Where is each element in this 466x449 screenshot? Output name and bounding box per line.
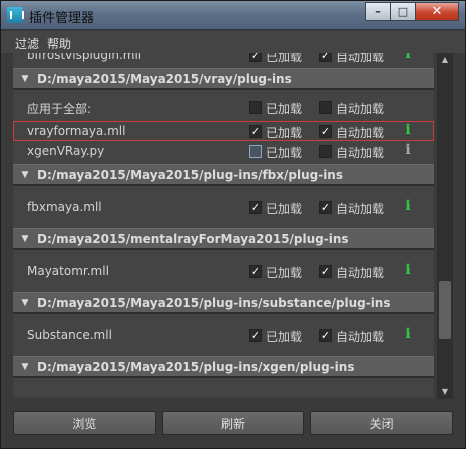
section-path: D:/maya2015/Maya2015/vray/plug-ins — [37, 71, 292, 86]
collapse-arrow-icon[interactable]: ▼ — [13, 298, 37, 308]
info-icon[interactable]: i — [403, 142, 413, 158]
plugin-row-substance[interactable]: Substance.mll ✓ 已加载 ✓ 自动加载 i — [13, 317, 434, 353]
section-path: D:/maya2015/Maya2015/plug-ins/fbx/plug-i… — [37, 167, 343, 182]
autoload-label: 自动加载 — [336, 266, 385, 280]
collapse-arrow-icon[interactable]: ▼ — [13, 362, 37, 372]
window-title: 插件管理器 — [29, 11, 95, 26]
autoload-label: 自动加载 — [336, 330, 385, 344]
autoload-label: 自动加载 — [336, 146, 385, 160]
bottom-button-bar: 浏览 刷新 关闭 — [13, 411, 454, 437]
section-header-substance[interactable]: ▼ D:/maya2015/Maya2015/plug-ins/substanc… — [13, 292, 434, 313]
autoload-checkbox[interactable]: ✓ — [319, 53, 332, 62]
loaded-checkbox[interactable]: ✓ — [249, 329, 262, 342]
menu-help[interactable]: 帮助 — [45, 31, 77, 53]
maya-app-icon — [7, 7, 24, 23]
scroll-down-arrow-icon[interactable]: ▼ — [437, 385, 453, 399]
menu-bar: 过滤 帮助 — [1, 31, 465, 53]
plugin-name: Substance.mll — [27, 328, 112, 342]
loaded-checkbox[interactable]: ✓ — [249, 125, 262, 138]
autoload-label: 自动加载 — [336, 202, 385, 216]
plugin-row-xgenvray[interactable]: xgenVRay.py 已加载 自动加载 i — [13, 141, 434, 161]
apply-all-autoload-checkbox[interactable] — [319, 101, 332, 114]
plugin-name: vrayformaya.mll — [27, 124, 126, 138]
plugin-name: xgenVRay.py — [27, 144, 105, 158]
collapse-arrow-icon[interactable]: ▼ — [13, 234, 37, 244]
apply-all-label: 应用于全部: — [27, 102, 92, 116]
autoload-label: 自动加载 — [336, 126, 385, 140]
loaded-checkbox[interactable]: ✓ — [249, 201, 262, 214]
scroll-up-arrow-icon[interactable]: ▲ — [437, 53, 453, 67]
loaded-checkbox[interactable]: ✓ — [249, 265, 262, 278]
menu-filter[interactable]: 过滤 — [1, 31, 45, 53]
apply-all-loaded-checkbox[interactable] — [249, 101, 262, 114]
loaded-label: 已加载 — [266, 202, 303, 216]
browse-button[interactable]: 浏览 — [13, 411, 156, 435]
info-icon[interactable]: i — [403, 326, 413, 342]
maximize-button[interactable]: □ — [390, 2, 416, 21]
apply-all-loaded-label: 已加载 — [266, 102, 303, 116]
plugin-row-bifrostvisplugin: bifrostvisplugin.mll ✓ 已加载 ✓ 自动加载 i — [13, 53, 434, 65]
plugin-name: bifrostvisplugin.mll — [27, 53, 142, 62]
autoload-checkbox[interactable]: ✓ — [319, 125, 332, 138]
vertical-scrollbar[interactable]: ▲ ▼ — [437, 53, 453, 399]
loaded-label: 已加载 — [266, 146, 303, 160]
plugin-row-vrayformaya[interactable]: vrayformaya.mll ✓ 已加载 ✓ 自动加载 i — [13, 121, 434, 141]
plugin-row-mayatomr[interactable]: Mayatomr.mll ✓ 已加载 ✓ 自动加载 i — [13, 253, 434, 289]
section-path: D:/maya2015/Maya2015/plug-ins/xgen/plug-… — [37, 359, 355, 374]
info-icon[interactable]: i — [403, 122, 413, 138]
autoload-checkbox[interactable]: ✓ — [319, 329, 332, 342]
collapse-arrow-icon[interactable]: ▼ — [13, 74, 37, 84]
autoload-checkbox[interactable]: ✓ — [319, 265, 332, 278]
plugin-manager-window: 插件管理器 – □ ✕ 过滤 帮助 bifrostvisplugin.mll ✓… — [0, 0, 466, 449]
section-header-mentalray[interactable]: ▼ D:/maya2015/mentalrayForMaya2015/plug-… — [13, 228, 434, 249]
refresh-button[interactable]: 刷新 — [161, 411, 305, 435]
loaded-checkbox[interactable]: ✓ — [249, 53, 262, 62]
scrollbar-thumb[interactable] — [439, 281, 451, 339]
section-header-fbx[interactable]: ▼ D:/maya2015/Maya2015/plug-ins/fbx/plug… — [13, 164, 434, 185]
autoload-checkbox[interactable]: ✓ — [319, 201, 332, 214]
section-header-xgen[interactable]: ▼ D:/maya2015/Maya2015/plug-ins/xgen/plu… — [13, 356, 434, 377]
close-button[interactable]: 关闭 — [310, 411, 454, 435]
section-path: D:/maya2015/mentalrayForMaya2015/plug-in… — [37, 231, 349, 246]
info-icon[interactable]: i — [403, 262, 413, 278]
info-icon[interactable]: i — [403, 198, 413, 214]
loaded-checkbox[interactable] — [249, 145, 262, 158]
plugin-name: Mayatomr.mll — [27, 264, 109, 278]
section-header-vray[interactable]: ▼ D:/maya2015/Maya2015/vray/plug-ins — [13, 68, 434, 89]
plugin-row-fbxmaya[interactable]: fbxmaya.mll ✓ 已加载 ✓ 自动加载 i — [13, 189, 434, 225]
title-bar: 插件管理器 – □ ✕ — [1, 1, 465, 30]
close-window-button[interactable]: ✕ — [415, 2, 459, 21]
autoload-checkbox[interactable] — [319, 145, 332, 158]
minimize-button[interactable]: – — [365, 2, 391, 21]
autoload-label: 自动加载 — [336, 53, 385, 64]
loaded-label: 已加载 — [266, 330, 303, 344]
loaded-label: 已加载 — [266, 266, 303, 280]
plugin-list[interactable]: bifrostvisplugin.mll ✓ 已加载 ✓ 自动加载 i ▼ D:… — [13, 53, 434, 399]
info-icon[interactable]: i — [403, 53, 413, 62]
apply-all-autoload-label: 自动加载 — [336, 102, 385, 116]
apply-all-row: 应用于全部: 已加载 自动加载 — [13, 93, 434, 121]
section-path: D:/maya2015/Maya2015/plug-ins/substance/… — [37, 295, 391, 310]
loaded-label: 已加载 — [266, 53, 303, 64]
plugin-name: fbxmaya.mll — [27, 200, 102, 214]
collapse-arrow-icon[interactable]: ▼ — [13, 170, 37, 180]
loaded-label: 已加载 — [266, 126, 303, 140]
